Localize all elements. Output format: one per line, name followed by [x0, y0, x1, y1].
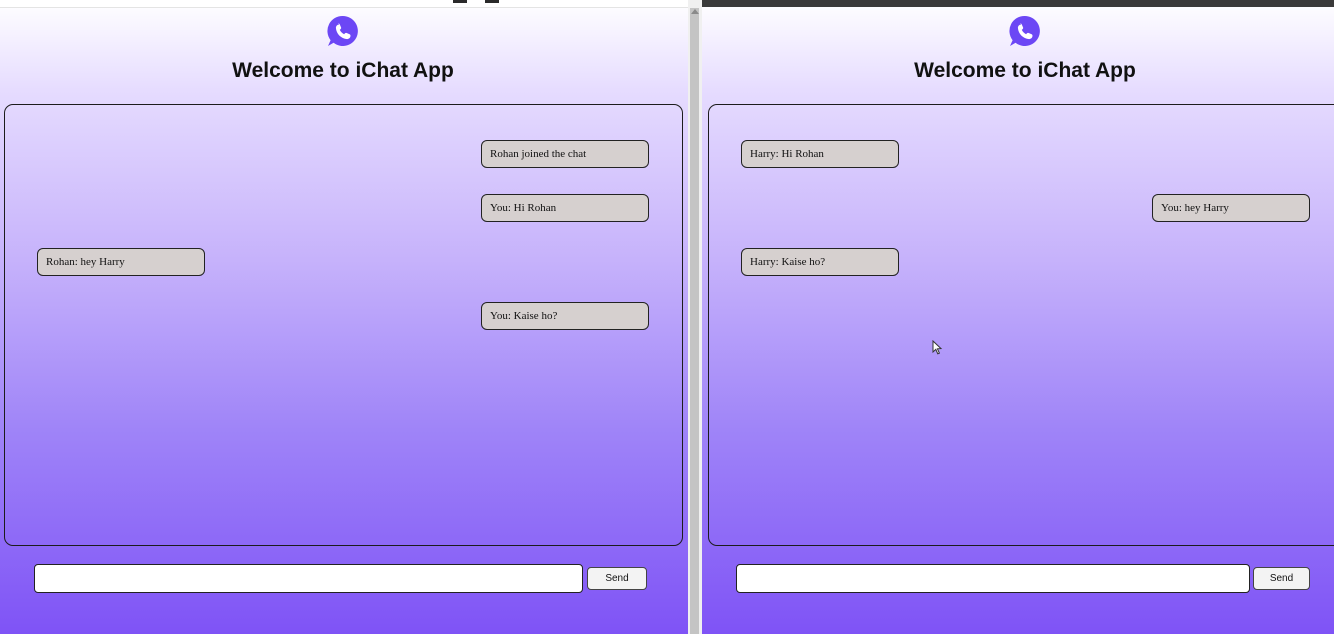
- message-bubble: You: Hi Rohan: [481, 194, 649, 222]
- whatsapp-phone-icon: [327, 15, 358, 46]
- message-container: Rohan joined the chat You: Hi Rohan Roha…: [4, 104, 683, 546]
- page-title: Welcome to iChat App: [232, 59, 454, 82]
- window-top-strip: [0, 0, 688, 8]
- page-title: Welcome to iChat App: [914, 59, 1136, 82]
- message-bubble: Harry: Kaise ho?: [741, 248, 899, 276]
- message-container: Harry: Hi Rohan You: hey Harry Harry: Ka…: [708, 104, 1334, 546]
- mouse-cursor-icon: [932, 340, 943, 355]
- message-bubble: Rohan: hey Harry: [37, 248, 205, 276]
- message-bubble: You: Kaise ho?: [481, 302, 649, 330]
- window-top-strip: [702, 0, 1334, 7]
- scroll-up-arrow-icon[interactable]: [691, 9, 699, 14]
- message-bubble: Harry: Hi Rohan: [741, 140, 899, 168]
- send-button[interactable]: Send: [587, 567, 647, 590]
- vertical-scrollbar[interactable]: [690, 8, 699, 634]
- whatsapp-phone-icon: [1009, 15, 1040, 46]
- send-button[interactable]: Send: [1253, 567, 1310, 590]
- message-bubble: Rohan joined the chat: [481, 140, 649, 168]
- message-input[interactable]: [34, 564, 583, 593]
- tab-indicator: [453, 0, 467, 3]
- tab-indicator: [485, 0, 499, 3]
- chat-window-harry: Welcome to iChat App Rohan joined the ch…: [0, 0, 688, 634]
- message-bubble: You: hey Harry: [1152, 194, 1310, 222]
- message-input[interactable]: [736, 564, 1250, 593]
- chat-window-rohan: Welcome to iChat App Harry: Hi Rohan You…: [702, 0, 1334, 634]
